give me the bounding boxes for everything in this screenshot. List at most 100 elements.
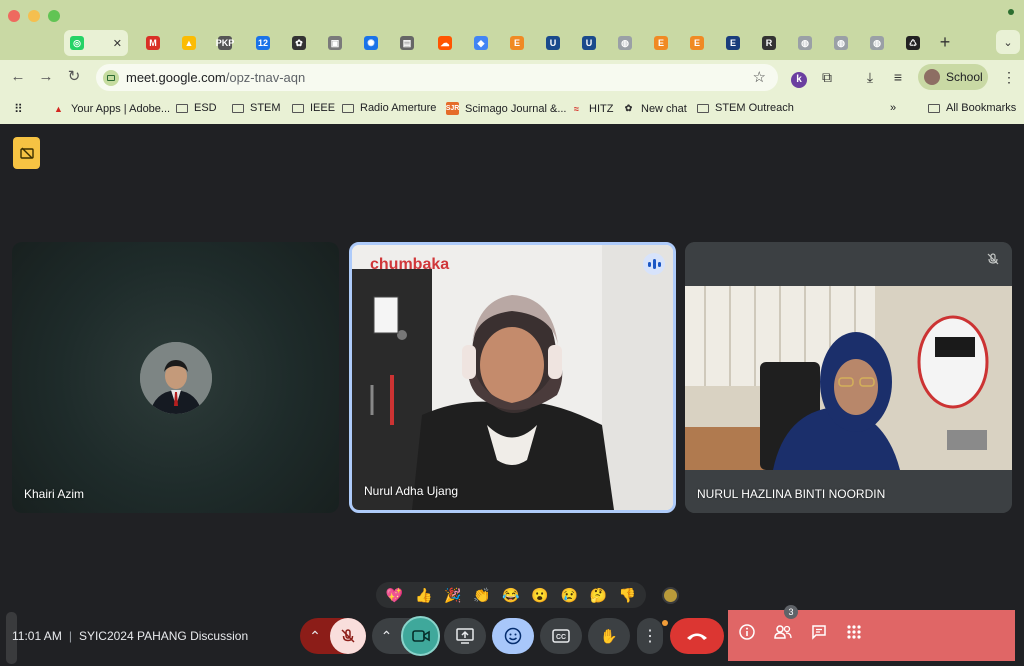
tab-elsevier-2[interactable]: E: [648, 30, 674, 56]
tab-portal[interactable]: ▣: [322, 30, 348, 56]
soundcloud-icon: ☁: [438, 36, 452, 50]
mic-toggle-button[interactable]: [330, 618, 366, 654]
minimize-window-button[interactable]: [28, 10, 40, 22]
reaction-emoji[interactable]: 👏: [473, 587, 490, 604]
people-button[interactable]: [772, 624, 794, 646]
tab-doc[interactable]: ▤: [394, 30, 420, 56]
recycle-icon: ♺: [906, 36, 920, 50]
settings-icon: ✺: [364, 36, 378, 50]
profile-button[interactable]: School: [918, 64, 988, 90]
tab-soundcloud[interactable]: ☁: [432, 30, 458, 56]
reaction-emoji[interactable]: 💖: [386, 587, 403, 604]
participant-video: [685, 242, 1012, 513]
meet-site-icon: [103, 69, 119, 86]
back-button[interactable]: ←: [8, 67, 28, 87]
reaction-emoji[interactable]: 😮: [531, 587, 548, 604]
address-bar[interactable]: meet.google.com/opz-tnav-aqn ☆: [96, 64, 778, 91]
forward-button[interactable]: →: [36, 67, 56, 87]
skin-tone-selector[interactable]: [662, 587, 679, 604]
tab-chatgpt[interactable]: ✿: [286, 30, 312, 56]
tab-google-drive[interactable]: ▲: [176, 30, 202, 56]
tab-gmail[interactable]: M: [140, 30, 166, 56]
elsevier-1-icon: E: [510, 36, 524, 50]
close-window-button[interactable]: [8, 10, 20, 22]
folder-icon: [292, 103, 304, 113]
tab-researchgate[interactable]: R: [756, 30, 782, 56]
send-reaction-button[interactable]: [492, 618, 534, 654]
tab-globe-4[interactable]: ◍: [864, 30, 890, 56]
tab-whatsapp[interactable]: ◎ ✕: [64, 30, 128, 56]
camera-options-button[interactable]: ⌃: [372, 628, 401, 645]
bookmarks-bar: ⠿ » All Bookmarks ▲ Your Apps | Adobe... E…: [0, 94, 1024, 124]
tab-recycle[interactable]: ♺: [900, 30, 926, 56]
researchgate-icon: R: [762, 36, 776, 50]
reload-button[interactable]: ↻: [64, 67, 84, 87]
tab-pkp[interactable]: PKP: [212, 30, 238, 56]
tab-search-button[interactable]: ⌄: [996, 30, 1020, 54]
download-icon[interactable]: ⤓: [861, 68, 879, 86]
raise-hand-button[interactable]: ✋: [588, 618, 630, 654]
reaction-emoji[interactable]: 🎉: [444, 587, 461, 604]
meet-stage: Khairi Azim chumbaka Nurul Adha Ujang NU…: [0, 124, 1024, 666]
new-tab-button[interactable]: +: [935, 32, 955, 53]
leave-call-button[interactable]: [670, 618, 724, 654]
reaction-emoji[interactable]: 👍: [415, 587, 432, 604]
meeting-side-actions: 3: [728, 605, 1015, 661]
present-screen-button[interactable]: [444, 618, 486, 654]
hang-up-icon: [687, 633, 707, 640]
tab-strip: + ⌄ ◎ ✕ M ▲ PKP 12 ✿ ▣ ✺ ▤ ☁ ◆ E U U ◍ E E E R ◍ ◍ ◍ ♺: [0, 26, 1024, 60]
bookmark-stem-outreach[interactable]: STEM Outreach: [697, 102, 794, 114]
people-count-badge: 3: [784, 605, 798, 619]
all-bookmarks-button[interactable]: All Bookmarks: [928, 102, 1016, 114]
tab-calendar[interactable]: 12: [250, 30, 276, 56]
reaction-emoji[interactable]: 🤔: [590, 587, 607, 604]
bookmark-ieee[interactable]: IEEE: [292, 102, 335, 114]
captions-button[interactable]: CC: [540, 618, 582, 654]
tab-elsevier-1[interactable]: E: [504, 30, 530, 56]
bookmark-stem[interactable]: STEM: [232, 102, 281, 114]
meeting-details-button[interactable]: [736, 624, 758, 646]
bookmark-your-apps-adobe[interactable]: ▲ Your Apps | Adobe...: [52, 102, 170, 115]
tab-settings[interactable]: ✺: [358, 30, 384, 56]
participant-tile-2[interactable]: chumbaka Nurul Adha Ujang: [349, 242, 676, 513]
bookmarks-overflow-button[interactable]: »: [890, 102, 896, 114]
tab-shield-1[interactable]: U: [540, 30, 566, 56]
mic-options-button[interactable]: ⌃: [300, 628, 330, 645]
chat-button[interactable]: [808, 624, 830, 646]
tab-globe-2[interactable]: ◍: [792, 30, 818, 56]
bookmark-scimago-journal[interactable]: SJR Scimago Journal &...: [446, 102, 567, 115]
tab-globe-3[interactable]: ◍: [828, 30, 854, 56]
media-control-icon[interactable]: ≡: [889, 68, 907, 86]
shield-2-icon: U: [582, 36, 596, 50]
activities-button[interactable]: [843, 624, 865, 646]
more-options-button[interactable]: ⋮: [637, 618, 663, 654]
bookmark-new-chat[interactable]: ✿ New chat: [622, 102, 687, 115]
tab-shield-2[interactable]: U: [576, 30, 602, 56]
apps-grid-icon[interactable]: ⠿: [14, 102, 23, 116]
participant-name: Khairi Azim: [24, 487, 85, 501]
captions-off-badge[interactable]: [13, 137, 40, 169]
tab-layers[interactable]: ◆: [468, 30, 494, 56]
tab-elsevier-3[interactable]: E: [684, 30, 710, 56]
reaction-emoji[interactable]: 😂: [502, 587, 519, 604]
tab-globe-1[interactable]: ◍: [612, 30, 638, 56]
tab-e-journal[interactable]: E: [720, 30, 746, 56]
reaction-emoji[interactable]: 😢: [560, 587, 577, 604]
bookmark-hitz[interactable]: ≈ HITZ: [570, 102, 613, 115]
extensions-puzzle-icon[interactable]: ⧉: [818, 68, 836, 86]
close-tab-icon[interactable]: ✕: [113, 37, 122, 50]
elsevier-3-icon: E: [690, 36, 704, 50]
notification-dot: [662, 620, 668, 626]
bookmark-star-icon[interactable]: ☆: [753, 68, 766, 86]
meeting-title: SYIC2024 PAHANG Discussion: [78, 629, 249, 643]
bookmark-radio-amerture[interactable]: Radio Amerture: [342, 102, 436, 114]
bookmark-esd[interactable]: ESD: [176, 102, 217, 114]
participant-tile-1[interactable]: Khairi Azim: [12, 242, 339, 513]
kami-extension-icon[interactable]: k: [790, 68, 808, 88]
zoom-window-button[interactable]: [48, 10, 60, 22]
camera-group: ⌃: [372, 616, 440, 656]
reaction-emoji[interactable]: 👎: [619, 587, 636, 604]
participant-tile-3[interactable]: NURUL HAZLINA BINTI NOORDIN: [685, 242, 1012, 513]
browser-menu-icon[interactable]: ⋮: [1000, 68, 1018, 86]
camera-toggle-button[interactable]: [401, 616, 440, 656]
